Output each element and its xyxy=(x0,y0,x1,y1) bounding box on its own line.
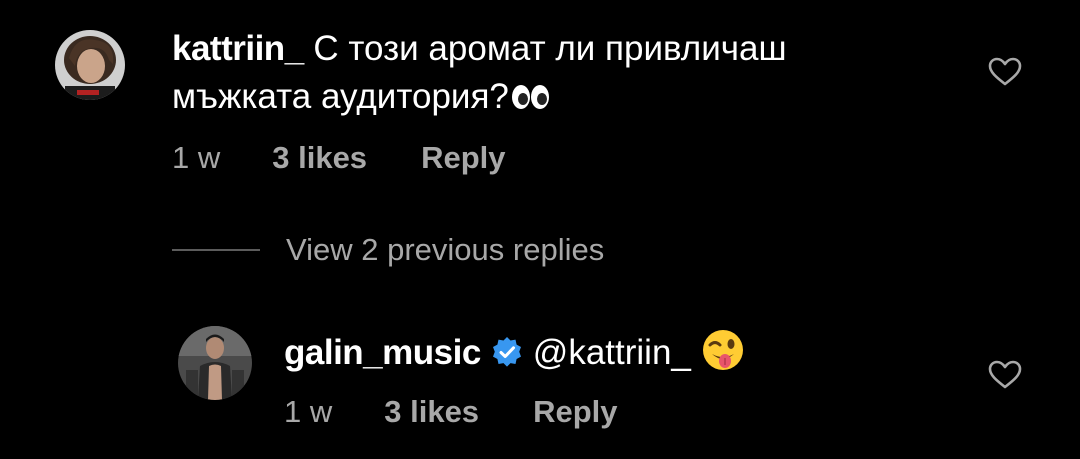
reply-username[interactable]: galin_music xyxy=(284,333,481,372)
verified-badge-icon xyxy=(491,332,523,382)
reply-text-block: galin_music @kattriin_ xyxy=(284,328,745,386)
avatar-galin-music[interactable] xyxy=(178,326,252,400)
view-previous-replies-button[interactable]: View 2 previous replies xyxy=(172,228,604,272)
reply-button[interactable]: Reply xyxy=(421,138,505,178)
reply-likes[interactable]: 3 likes xyxy=(384,392,479,432)
reply-button[interactable]: Reply xyxy=(533,392,617,432)
comment-text-block-2: мъжката аудитория? xyxy=(172,72,551,124)
comment-likes[interactable]: 3 likes xyxy=(272,138,367,178)
heart-icon[interactable] xyxy=(988,57,1022,87)
winking-face-with-tongue-emoji-icon xyxy=(701,328,745,386)
comment-username[interactable]: kattriin_ xyxy=(172,29,304,68)
eyes-emoji-icon xyxy=(511,74,551,124)
comment-text-block: kattriin_ С този аромат ли привличаш xyxy=(172,24,787,74)
reply-time: 1 w xyxy=(284,394,333,429)
reply-meta: 1 w 3 likes Reply xyxy=(284,392,617,432)
avatar-kattriin[interactable] xyxy=(55,30,125,100)
comment-text-line2: мъжката аудитория? xyxy=(172,77,509,116)
heart-icon[interactable] xyxy=(988,360,1022,390)
divider-line xyxy=(172,249,260,251)
comment-text-line1: С този аромат ли привличаш xyxy=(313,29,787,68)
reply-mention[interactable]: @kattriin_ xyxy=(533,333,691,372)
comment-meta: 1 w 3 likes Reply xyxy=(172,138,505,178)
view-previous-replies-label: View 2 previous replies xyxy=(286,232,605,267)
comment-time: 1 w xyxy=(172,140,221,175)
